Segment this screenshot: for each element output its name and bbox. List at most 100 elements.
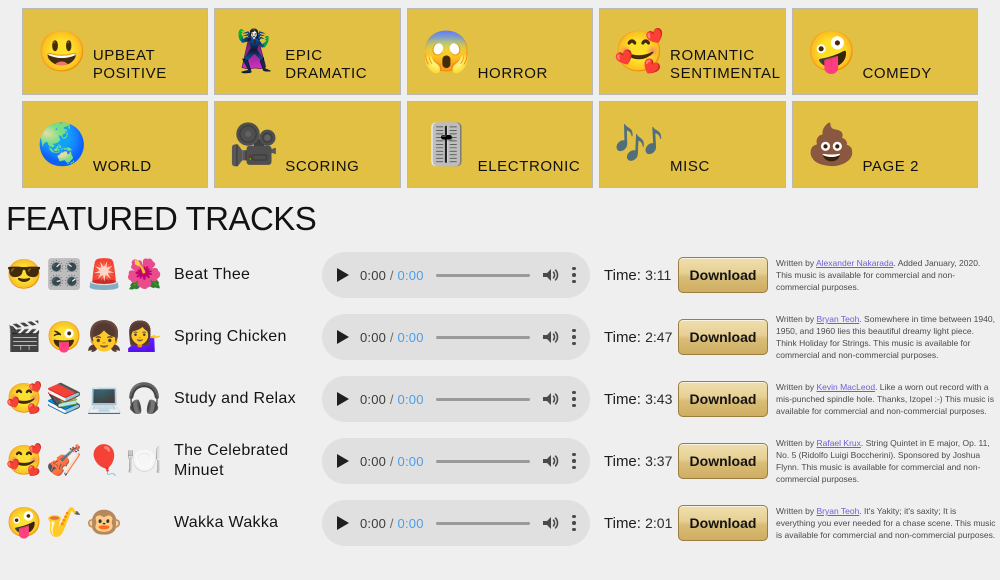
featured-tracks-list: 😎 🎛️ 🚨 🌺 Beat Thee 0:00 / 0:00 Time: 3:11 Downl…	[0, 244, 1000, 554]
track-duration-value: 2:47	[645, 328, 673, 345]
track-title: Spring Chicken	[174, 328, 287, 345]
track-emoji-tags: 😎 🎛️ 🚨 🌺	[6, 258, 174, 291]
track-author-link[interactable]: Bryan Teoh	[816, 506, 859, 516]
category-tile-label: ELECTRONIC	[477, 158, 581, 176]
volume-icon[interactable]	[542, 453, 560, 469]
track-row: 🥰 📚 💻 🎧 Study and Relax 0:00 / 0:00 Time: 3:43…	[0, 368, 1000, 430]
audio-progress-bar[interactable]	[435, 397, 530, 401]
track-author-link[interactable]: Kevin MacLeod	[816, 382, 875, 392]
kebab-menu-icon[interactable]	[572, 452, 576, 470]
track-description: Written by Bryan Teoh. It's Yakity; it's…	[768, 505, 1000, 541]
audio-time-separator: /	[389, 267, 394, 283]
zany-face-emoji: 🤪	[806, 29, 857, 74]
category-tile-label: UPBEAT POSITIVE	[92, 46, 167, 83]
track-duration-label: Time:	[604, 328, 641, 346]
audio-player[interactable]: 0:00 / 0:00	[322, 376, 590, 422]
track-emoji: 🎷	[46, 506, 83, 539]
play-icon[interactable]	[336, 453, 350, 469]
track-row: 🤪 🎷 🐵 Wakka Wakka 0:00 / 0:00 Time: 2:01 Downl…	[0, 492, 1000, 554]
category-tile-page-2[interactable]: 💩 PAGE 2	[791, 101, 979, 188]
track-emoji-tags: 🥰 📚 💻 🎧	[6, 382, 174, 415]
track-emoji-tags: 🤪 🎷 🐵	[6, 506, 174, 539]
track-emoji: 👧	[86, 320, 123, 353]
download-button[interactable]: Download	[678, 505, 768, 541]
play-icon[interactable]	[336, 267, 350, 283]
audio-progress-bar[interactable]	[435, 459, 530, 463]
track-duration-label: Time:	[604, 266, 641, 284]
track-description: Written by Kevin MacLeod. Like a worn ou…	[768, 381, 1000, 417]
audio-progress-bar[interactable]	[435, 273, 530, 277]
audio-time-display: 0:00 / 0:00	[360, 392, 424, 407]
play-icon[interactable]	[336, 515, 350, 531]
category-tile-world[interactable]: 🌏 WORLD	[22, 101, 209, 188]
track-emoji-tags: 🥰 🎻 🎈 🍽️	[6, 446, 174, 476]
audio-time-display: 0:00 / 0:00	[360, 454, 424, 469]
track-emoji: 🎬	[6, 320, 43, 353]
audio-duration: 0:00	[397, 329, 424, 345]
audio-player[interactable]: 0:00 / 0:00	[322, 438, 590, 484]
play-icon[interactable]	[336, 329, 350, 345]
download-button[interactable]: Download	[678, 381, 768, 417]
download-button[interactable]: Download	[678, 257, 768, 293]
play-icon[interactable]	[336, 391, 350, 407]
audio-time-display: 0:00 / 0:00	[360, 516, 424, 531]
track-duration-value: 3:43	[645, 390, 673, 407]
volume-icon[interactable]	[542, 391, 560, 407]
track-duration-value: 3:11	[645, 266, 672, 283]
category-tile-label: PAGE 2	[862, 158, 920, 176]
audio-current-time: 0:00	[360, 329, 387, 345]
category-tile-scoring[interactable]: 🎥 SCORING	[214, 101, 401, 188]
screaming-face-emoji: 😱	[421, 29, 472, 74]
category-tile-upbeat-positive[interactable]: 😃 UPBEAT POSITIVE	[22, 8, 209, 95]
track-duration-label: Time:	[604, 514, 641, 532]
track-emoji: 😜	[46, 320, 83, 353]
category-grid: 😃 UPBEAT POSITIVE 🦹‍♀️ EPIC DRAMATIC 😱 HORROR…	[0, 0, 1000, 188]
audio-player[interactable]: 0:00 / 0:00	[322, 314, 590, 360]
audio-progress-bar[interactable]	[435, 521, 530, 525]
track-emoji: 🥰	[6, 382, 43, 415]
track-duration: Time: 3:37	[590, 453, 678, 470]
track-author-link[interactable]: Bryan Teoh	[816, 314, 859, 324]
audio-time-separator: /	[389, 391, 394, 407]
volume-icon[interactable]	[542, 329, 560, 345]
volume-icon[interactable]	[542, 267, 560, 283]
track-title: Study and Relax	[174, 390, 296, 407]
track-duration: Time: 3:11	[590, 267, 678, 284]
track-emoji: 😎	[6, 258, 43, 291]
track-emoji: 🎧	[126, 382, 163, 415]
category-tile-misc[interactable]: 🎶 MISC	[599, 101, 786, 188]
category-tile-epic-dramatic[interactable]: 🦹‍♀️ EPIC DRAMATIC	[214, 8, 401, 95]
category-tile-label: COMEDY	[862, 65, 932, 83]
audio-current-time: 0:00	[360, 267, 387, 283]
track-row: 🥰 🎻 🎈 🍽️ The Celebrated Minuet 0:00 / 0:00 Tim…	[0, 430, 1000, 492]
kebab-menu-icon[interactable]	[572, 328, 576, 346]
track-emoji: 📚	[46, 382, 83, 415]
audio-progress-bar[interactable]	[435, 335, 530, 339]
volume-icon[interactable]	[542, 515, 560, 531]
track-duration: Time: 2:01	[590, 515, 678, 532]
track-emoji-tags: 🎬 😜 👧 💁‍♀️	[6, 320, 174, 353]
kebab-menu-icon[interactable]	[572, 390, 576, 408]
category-row: 😃 UPBEAT POSITIVE 🦹‍♀️ EPIC DRAMATIC 😱 HORROR…	[22, 8, 979, 95]
track-author-link[interactable]: Alexander Nakarada	[816, 258, 894, 268]
download-button[interactable]: Download	[678, 319, 768, 355]
category-tile-label: EPIC DRAMATIC	[285, 46, 368, 83]
track-duration: Time: 3:43	[590, 391, 678, 408]
kebab-menu-icon[interactable]	[572, 266, 576, 284]
level-slider-emoji: 🎚️	[421, 122, 472, 167]
category-tile-romantic-sentimental[interactable]: 🥰 ROMANTIC SENTIMENTAL	[599, 8, 786, 95]
audio-player[interactable]: 0:00 / 0:00	[322, 252, 590, 298]
track-emoji: 🎛️	[46, 258, 83, 291]
audio-current-time: 0:00	[360, 515, 387, 531]
audio-current-time: 0:00	[360, 391, 387, 407]
track-emoji: 🐵	[86, 506, 123, 539]
track-author-link[interactable]: Rafael Krux	[816, 438, 860, 448]
audio-player[interactable]: 0:00 / 0:00	[322, 500, 590, 546]
download-button[interactable]: Download	[678, 443, 768, 479]
track-title: Wakka Wakka	[174, 514, 279, 531]
category-tile-electronic[interactable]: 🎚️ ELECTRONIC	[406, 101, 594, 188]
track-emoji: 🤪	[6, 506, 43, 539]
category-tile-horror[interactable]: 😱 HORROR	[406, 8, 594, 95]
kebab-menu-icon[interactable]	[572, 514, 576, 532]
category-tile-comedy[interactable]: 🤪 COMEDY	[791, 8, 979, 95]
